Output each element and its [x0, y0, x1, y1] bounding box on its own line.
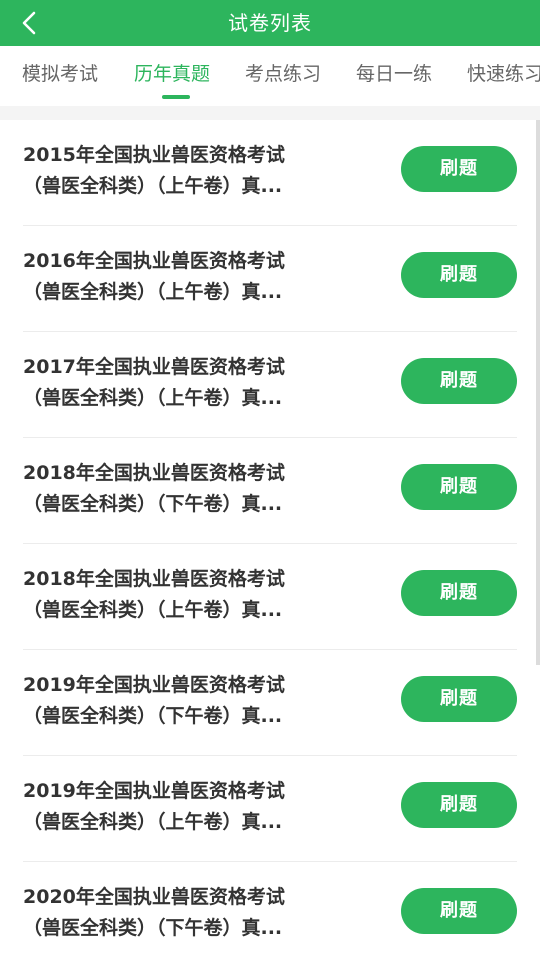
paper-title-line2: （兽医全科类）（下午卷）真... [23, 493, 283, 515]
practice-button[interactable]: 刷题 [401, 464, 517, 510]
paper-title: 2018年全国执业兽医资格考试 （兽医全科类）（上午卷）真... [23, 564, 343, 626]
paper-title-line2: （兽医全科类）（下午卷）真... [23, 917, 283, 939]
paper-title-line2: （兽医全科类）（上午卷）真... [23, 281, 283, 303]
paper-title: 2019年全国执业兽医资格考试 （兽医全科类）（上午卷）真... [23, 776, 343, 838]
paper-title-line1: 2020年全国执业兽医资格考试 [23, 886, 285, 908]
practice-button[interactable]: 刷题 [401, 358, 517, 404]
paper-title-line1: 2018年全国执业兽医资格考试 [23, 462, 285, 484]
paper-title-line2: （兽医全科类）（上午卷）真... [23, 175, 283, 197]
active-tab-indicator [162, 95, 190, 99]
practice-button[interactable]: 刷题 [401, 252, 517, 298]
paper-title-line1: 2018年全国执业兽医资格考试 [23, 568, 285, 590]
scrollbar[interactable] [536, 120, 540, 665]
practice-button[interactable]: 刷题 [401, 782, 517, 828]
paper-title-line1: 2015年全国执业兽医资格考试 [23, 144, 285, 166]
category-tabs: 模拟考试 历年真题 考点练习 每日一练 快速练习 [0, 46, 540, 106]
paper-title-line2: （兽医全科类）（下午卷）真... [23, 705, 283, 727]
tab-mock-exam[interactable]: 模拟考试 [22, 46, 98, 106]
tab-quick-practice[interactable]: 快速练习 [467, 46, 540, 106]
practice-button[interactable]: 刷题 [401, 888, 517, 934]
paper-title-line2: （兽医全科类）（上午卷）真... [23, 387, 283, 409]
page-title: 试卷列表 [228, 11, 312, 35]
list-item[interactable]: 2020年全国执业兽医资格考试 （兽医全科类）（下午卷）真... 刷题 [0, 862, 540, 960]
paper-title-line1: 2016年全国执业兽医资格考试 [23, 250, 285, 272]
list-item[interactable]: 2019年全国执业兽医资格考试 （兽医全科类）（下午卷）真... 刷题 [0, 650, 540, 756]
practice-button[interactable]: 刷题 [401, 676, 517, 722]
list-item[interactable]: 2018年全国执业兽医资格考试 （兽医全科类）（下午卷）真... 刷题 [0, 438, 540, 544]
paper-title: 2016年全国执业兽医资格考试 （兽医全科类）（上午卷）真... [23, 246, 343, 308]
list-item[interactable]: 2019年全国执业兽医资格考试 （兽医全科类）（上午卷）真... 刷题 [0, 756, 540, 862]
practice-button[interactable]: 刷题 [401, 146, 517, 192]
paper-title: 2018年全国执业兽医资格考试 （兽医全科类）（下午卷）真... [23, 458, 343, 520]
practice-button[interactable]: 刷题 [401, 570, 517, 616]
paper-title-line2: （兽医全科类）（上午卷）真... [23, 599, 283, 621]
section-separator [0, 106, 540, 120]
list-item[interactable]: 2015年全国执业兽医资格考试 （兽医全科类）（上午卷）真... 刷题 [0, 120, 540, 226]
paper-title: 2015年全国执业兽医资格考试 （兽医全科类）（上午卷）真... [23, 140, 343, 202]
paper-title: 2017年全国执业兽医资格考试 （兽医全科类）（上午卷）真... [23, 352, 343, 414]
paper-title-line1: 2019年全国执业兽医资格考试 [23, 780, 285, 802]
paper-title: 2020年全国执业兽医资格考试 （兽医全科类）（下午卷）真... [23, 882, 343, 944]
tab-topic-practice[interactable]: 考点练习 [245, 46, 321, 106]
tab-daily-practice[interactable]: 每日一练 [356, 46, 432, 106]
list-item[interactable]: 2017年全国执业兽医资格考试 （兽医全科类）（上午卷）真... 刷题 [0, 332, 540, 438]
paper-title-line2: （兽医全科类）（上午卷）真... [23, 811, 283, 833]
exam-paper-list: 2015年全国执业兽医资格考试 （兽医全科类）（上午卷）真... 刷题 2016… [0, 120, 540, 960]
app-header: 试卷列表 [0, 0, 540, 46]
paper-title-line1: 2017年全国执业兽医资格考试 [23, 356, 285, 378]
paper-title-line1: 2019年全国执业兽医资格考试 [23, 674, 285, 696]
list-item[interactable]: 2016年全国执业兽医资格考试 （兽医全科类）（上午卷）真... 刷题 [0, 226, 540, 332]
list-item[interactable]: 2018年全国执业兽医资格考试 （兽医全科类）（上午卷）真... 刷题 [0, 544, 540, 650]
paper-title: 2019年全国执业兽医资格考试 （兽医全科类）（下午卷）真... [23, 670, 343, 732]
